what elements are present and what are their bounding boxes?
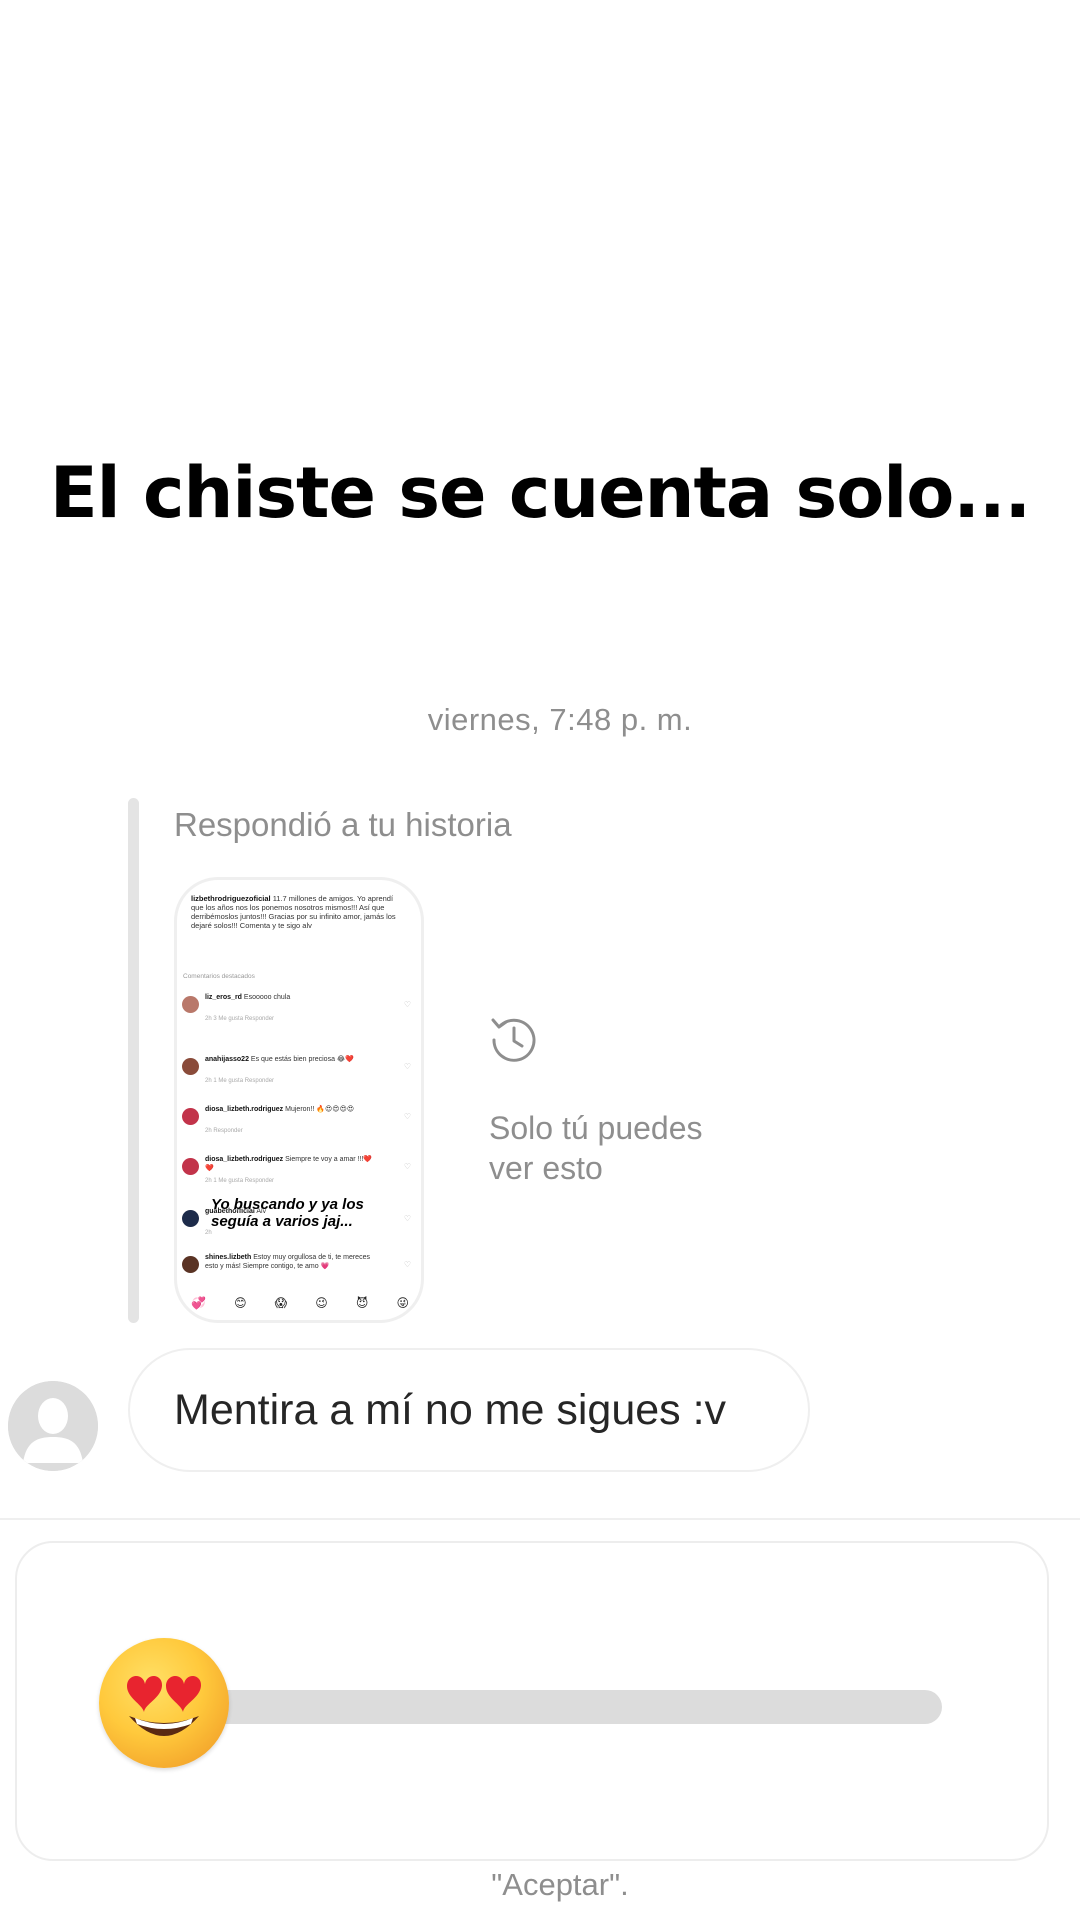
heart-icon: ♡: [403, 1000, 411, 1009]
heart-icon: ♡: [403, 1214, 411, 1223]
message-timestamp: viernes, 7:48 p. m.: [427, 702, 693, 737]
message-text: Mentira a mí no me sigues :v: [174, 1386, 727, 1434]
story-comment-text: shines.lizbeth Estoy muy orgullosa de ti…: [205, 1254, 375, 1271]
story-emoji-row: 💞 😊 😱 😉 😈 😜: [177, 1296, 421, 1310]
story-comment-text: diosa_lizbeth.rodriguez Siempre te voy a…: [205, 1156, 375, 1173]
story-comment-user: diosa_lizbeth.rodriguez: [205, 1106, 284, 1113]
story-comment-user: anahijasso22: [205, 1056, 249, 1063]
story-comment: diosa_lizbeth.rodriguez Siempre te voy a…: [177, 1154, 421, 1194]
sender-avatar[interactable]: [8, 1381, 98, 1471]
heart-eyes-face: [127, 1675, 202, 1736]
message-bubble[interactable]: Mentira a mí no me sigues :v: [128, 1348, 810, 1472]
heart-eyes-emoji-icon[interactable]: [99, 1638, 229, 1768]
only-you-line-2: ver esto: [489, 1150, 603, 1186]
story-comment-avatar: [182, 1158, 199, 1175]
hint-text: "Aceptar".: [491, 1867, 629, 1902]
story-comment-text: anahijasso22 Es que estás bien preciosa …: [205, 1056, 375, 1065]
story-comment-body: Mujeron!! 🔥😍😍😍😍: [285, 1106, 355, 1113]
story-overlay-line-2: seguía a varios jaj...: [211, 1213, 353, 1230]
story-emoji: 😜: [396, 1296, 409, 1310]
story-thumbnail[interactable]: lizbethrodriguezoficial 11.7 millones de…: [174, 877, 424, 1323]
story-emoji: 😊: [234, 1296, 247, 1310]
story-emoji: 😉: [315, 1296, 328, 1310]
story-comment-avatar: [182, 996, 199, 1013]
reply-indicator-bar: [128, 798, 139, 1323]
story-comment-user: shines.lizbeth: [205, 1254, 252, 1261]
story-emoji: 😈: [355, 1296, 369, 1310]
featured-comments-label: Comentarios destacados: [183, 973, 255, 980]
story-comment-avatar: [182, 1058, 199, 1075]
story-comment-text: diosa_lizbeth.rodriguez Mujeron!! 🔥😍😍😍😍: [205, 1106, 375, 1115]
story-caption: lizbethrodriguezoficial 11.7 millones de…: [191, 894, 401, 930]
story-emoji: 😱: [274, 1296, 288, 1310]
story-overlay-text: Yo buscando y ya los seguía a varios jaj…: [211, 1196, 364, 1230]
story-comment-body: Es que estás bien preciosa 😂❤️: [250, 1056, 354, 1063]
story-comment-user: liz_eros_rd: [205, 994, 242, 1001]
story-comment: shines.lizbeth Estoy muy orgullosa de ti…: [177, 1252, 421, 1292]
story-comment-meta: 2h 3 Me gusta Responder: [205, 1016, 275, 1022]
heart-icon: ♡: [403, 1162, 411, 1171]
story-comment-body: Esooooo chula: [243, 994, 291, 1001]
story-comment-user: diosa_lizbeth.rodriguez: [205, 1156, 284, 1163]
story-overlay-line-1: Yo buscando y ya los: [211, 1196, 364, 1213]
story-comment-meta: 2h: [205, 1230, 212, 1236]
only-you-note: Solo tú puedes ver esto: [489, 1108, 703, 1188]
headline: El chiste se cuenta solo...: [49, 452, 1031, 534]
story-comment: liz_eros_rd Esooooo chula 2h 3 Me gusta R…: [177, 992, 421, 1032]
reply-label: Respondió a tu historia: [174, 806, 512, 843]
story-comment-meta: 2h 1 Me gusta Responder: [205, 1178, 275, 1184]
story-comment-meta: 2h 1 Me gusta Responder: [205, 1078, 275, 1084]
heart-icon: ♡: [403, 1062, 411, 1071]
story-comment-avatar: [182, 1256, 199, 1273]
heart-icon: ♡: [403, 1112, 411, 1121]
divider: [0, 1518, 1080, 1520]
story-comment-avatar: [182, 1210, 199, 1227]
history-icon: [491, 1018, 536, 1062]
emoji-slider-composer: [15, 1541, 1049, 1861]
story-comment: diosa_lizbeth.rodriguez Mujeron!! 🔥😍😍😍😍 2…: [177, 1104, 421, 1144]
story-caption-user: lizbethrodriguezoficial: [191, 894, 271, 903]
story-comment: anahijasso22 Es que estás bien preciosa …: [177, 1054, 421, 1094]
story-comment-meta: 2h Responder: [205, 1128, 243, 1134]
heart-icon: ♡: [403, 1260, 411, 1269]
story-emoji: 💞: [191, 1296, 206, 1310]
default-avatar-icon: [8, 1381, 98, 1471]
story-comment-avatar: [182, 1108, 199, 1125]
emoji-slider-track[interactable]: [177, 1690, 942, 1724]
only-you-line-1: Solo tú puedes: [489, 1110, 703, 1146]
story-comment-text: liz_eros_rd Esooooo chula: [205, 994, 375, 1003]
